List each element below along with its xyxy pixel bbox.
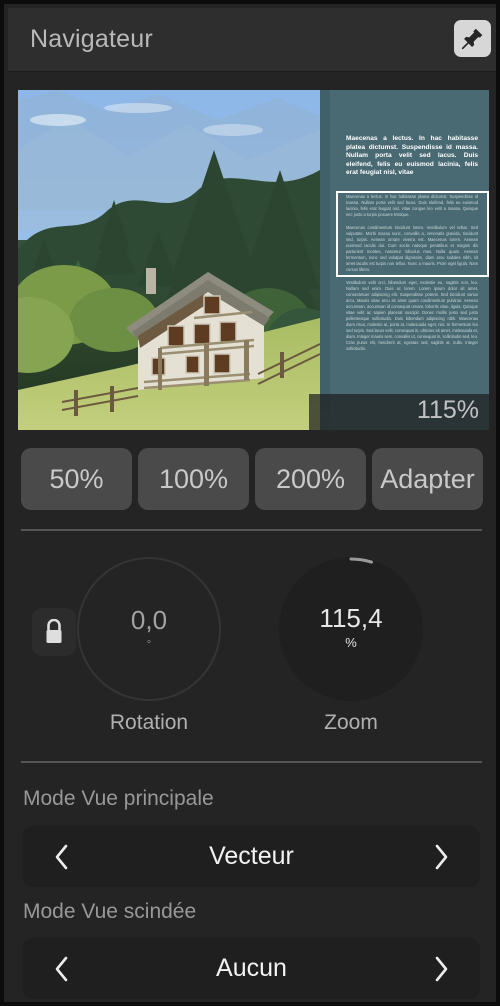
titlebar: Navigateur	[8, 8, 496, 72]
chevron-left-icon[interactable]	[35, 826, 89, 887]
chevron-right-icon[interactable]	[414, 938, 468, 999]
zoom-dial[interactable]: 115,4 %	[279, 557, 423, 701]
pin-icon[interactable]	[454, 20, 491, 57]
split-view-mode-label: Mode Vue scindée	[23, 900, 197, 923]
main-view-mode-label: Mode Vue principale	[23, 787, 214, 810]
chevron-right-icon[interactable]	[414, 826, 468, 887]
divider	[21, 529, 482, 531]
zoom-value: 115,4	[319, 603, 383, 633]
chevron-left-icon[interactable]	[35, 938, 89, 999]
chevron-right-glyph	[435, 956, 448, 981]
zoom-preset-fit[interactable]: Adapter	[372, 448, 483, 510]
zoom-presets: 50% 100% 200% Adapter	[21, 448, 483, 510]
chevron-right-glyph	[435, 844, 448, 869]
zoom-overlay: 115%	[309, 394, 489, 430]
viewport-indicator[interactable]	[336, 191, 489, 277]
rotation-value: 0,0	[130, 605, 168, 635]
zoom-unit: %	[345, 635, 357, 650]
rotation-dial[interactable]: 0,0 °	[77, 557, 221, 701]
main-view-mode-value: Vecteur	[209, 842, 294, 870]
navigator-panel: Navigateur Maecenas a lectus. In hac hab…	[0, 0, 500, 1006]
rotation-label: Rotation	[109, 711, 189, 734]
lock-icon[interactable]	[32, 608, 76, 656]
chevron-left-glyph	[55, 956, 68, 981]
padlock-glyph	[46, 619, 62, 643]
page-title: Navigateur	[30, 25, 153, 53]
document-heading: Maecenas a lectus. In hac habitasse plat…	[346, 135, 478, 177]
zoom-preset-100[interactable]: 100%	[138, 448, 249, 510]
zoom-label: Zoom	[324, 711, 378, 734]
pin-glyph	[461, 28, 483, 50]
split-view-mode-value: Aucun	[216, 954, 287, 982]
document-paragraph: Vestibulum velit orci, bibendum eget, mo…	[346, 280, 478, 351]
rotation-unit: °	[146, 639, 152, 651]
zoom-preset-200[interactable]: 200%	[255, 448, 366, 510]
chalet-photo	[18, 90, 320, 430]
chevron-left-glyph	[55, 844, 68, 869]
main-view-mode-stepper[interactable]: Vecteur	[23, 826, 480, 887]
divider	[21, 761, 482, 763]
zoom-overlay-label: 115%	[416, 396, 479, 424]
navigator-preview[interactable]: Maecenas a lectus. In hac habitasse plat…	[18, 90, 489, 430]
split-view-mode-stepper[interactable]: Aucun	[23, 938, 480, 999]
zoom-preset-50[interactable]: 50%	[21, 448, 132, 510]
document-margin-strip	[320, 90, 330, 430]
preview-photo	[18, 90, 320, 430]
